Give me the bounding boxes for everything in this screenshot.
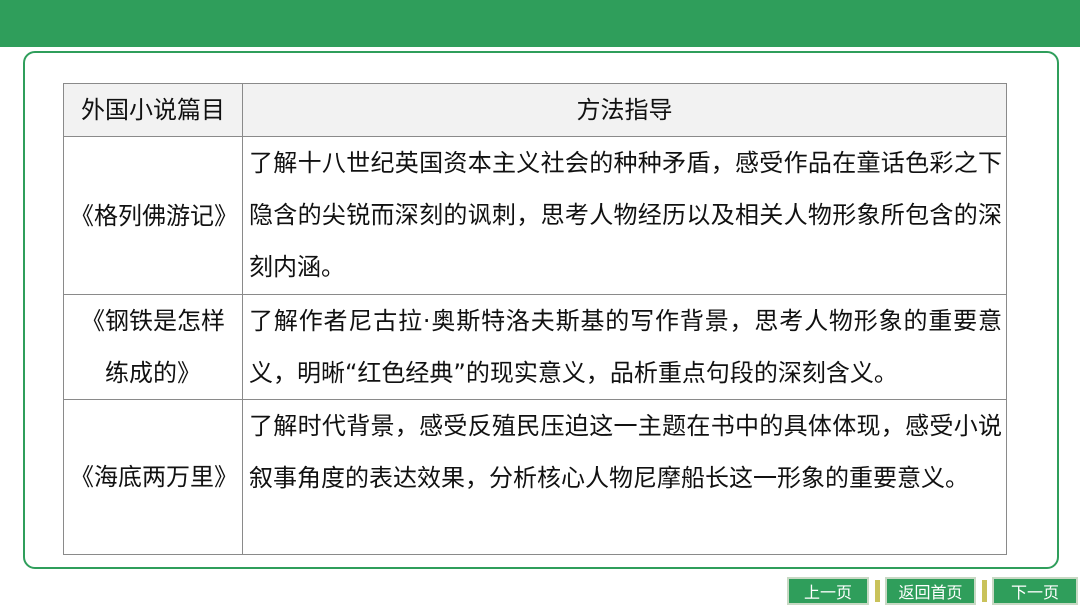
novel-title-cell: 《钢铁是怎样练成的》 [63,294,243,400]
header-novel-title: 外国小说篇目 [63,83,243,137]
table-row: 《格列佛游记》 了解十八世纪英国资本主义社会的种种矛盾，感受作品在童话色彩之下隐… [63,136,1007,295]
home-button[interactable]: 返回首页 [885,577,976,605]
prev-page-button[interactable]: 上一页 [787,577,869,605]
novel-title-cell: 《格列佛游记》 [63,136,243,295]
method-cell: 了解十八世纪英国资本主义社会的种种矛盾，感受作品在童话色彩之下隐含的尖锐而深刻的… [242,136,1007,295]
method-cell: 了解作者尼古拉·奥斯特洛夫斯基的写作背景，思考人物形象的重要意义，明晰“红色经典… [242,294,1007,400]
nav-separator [982,580,987,602]
header-method-guide: 方法指导 [242,83,1007,137]
table-row: 《海底两万里》 了解时代背景，感受反殖民压迫这一主题在书中的具体体现，感受小说叙… [63,399,1007,555]
next-page-button[interactable]: 下一页 [992,577,1078,605]
novel-title-cell: 《海底两万里》 [63,399,243,555]
table-header-row: 外国小说篇目 方法指导 [63,83,1007,137]
reading-guide-table: 外国小说篇目 方法指导 《格列佛游记》 了解十八世纪英国资本主义社会的种种矛盾，… [63,83,1007,555]
table-row: 《钢铁是怎样练成的》 了解作者尼古拉·奥斯特洛夫斯基的写作背景，思考人物形象的重… [63,294,1007,400]
top-banner [0,0,1080,47]
nav-separator [875,580,880,602]
method-cell: 了解时代背景，感受反殖民压迫这一主题在书中的具体体现，感受小说叙事角度的表达效果… [242,399,1007,555]
